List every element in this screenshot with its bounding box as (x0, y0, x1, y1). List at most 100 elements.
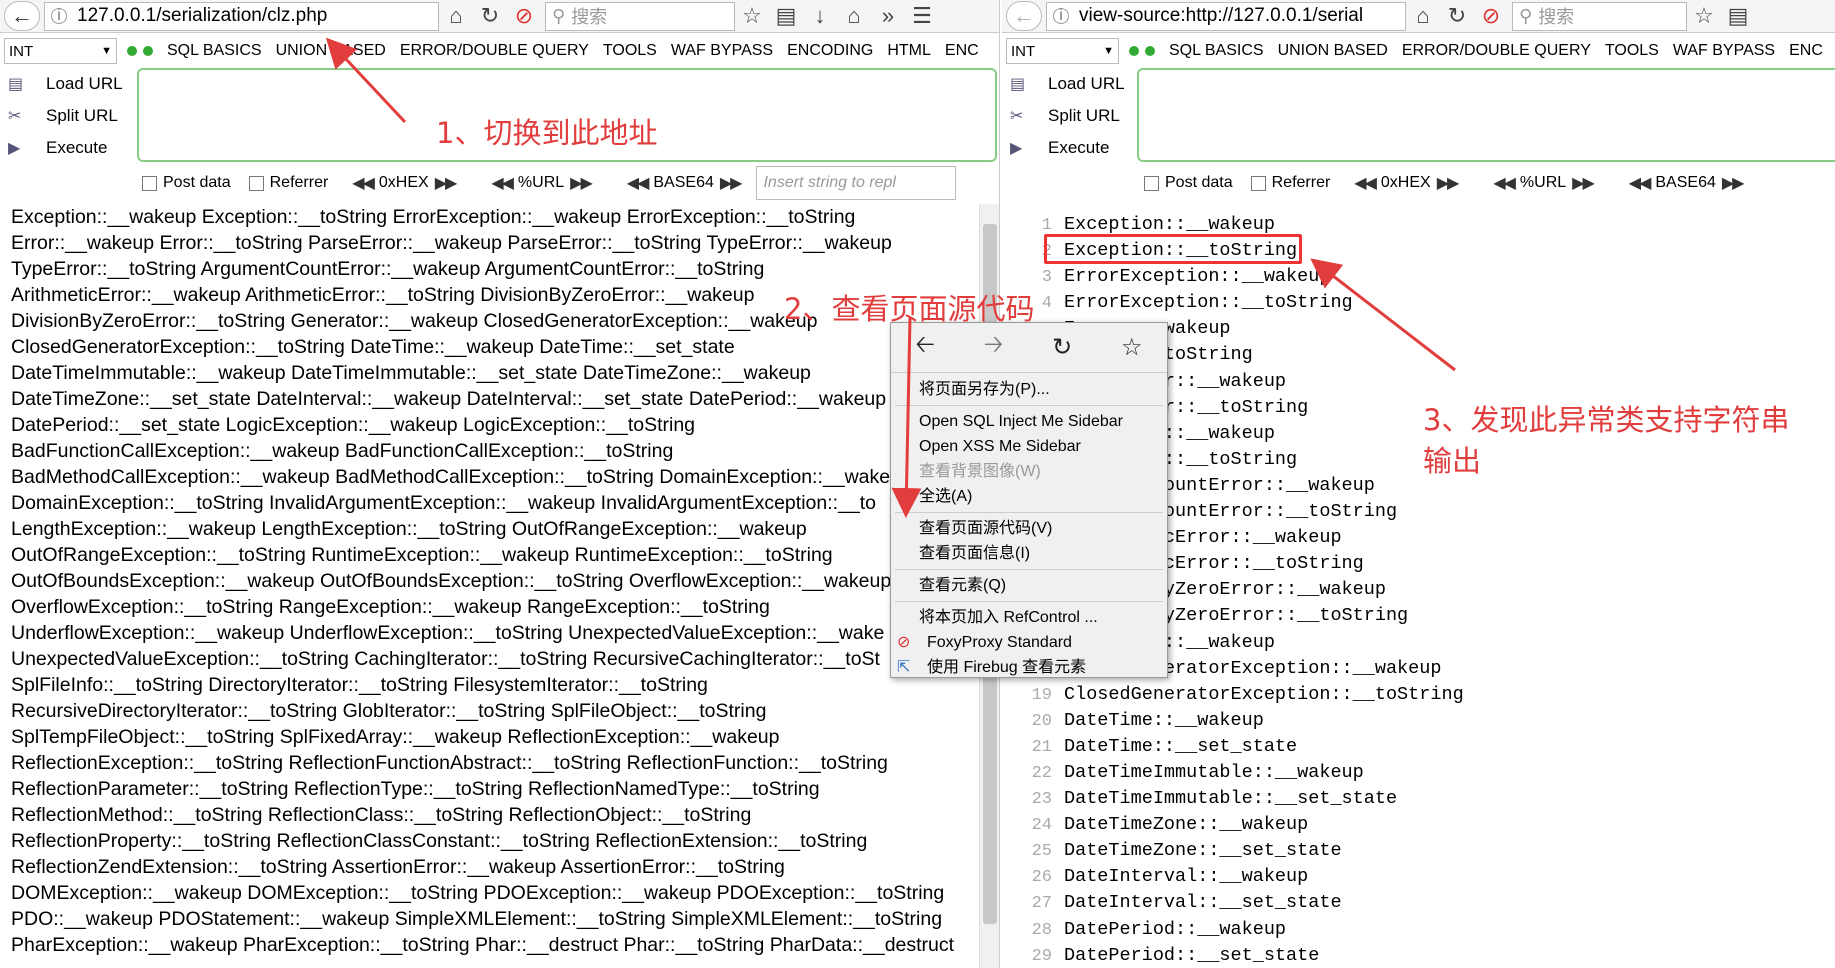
url-right-arrow-icon[interactable]: ▶▶ (570, 173, 593, 193)
menu-enc[interactable]: ENC (1789, 42, 1823, 60)
hex-right-arrow-icon[interactable]: ▶▶ (1437, 173, 1460, 193)
info-icon[interactable]: i (51, 7, 67, 24)
hex-left-arrow-icon[interactable]: ◀◀ (1354, 173, 1377, 193)
menu-waf-bypass[interactable]: WAF BYPASS (671, 42, 773, 60)
content-line: LengthException::__wakeup LengthExceptio… (11, 518, 807, 540)
menu-encoding[interactable]: ENCODING (787, 42, 873, 60)
hackbar-options: Post data Referrer ◀◀ 0xHEX ▶▶ ◀◀ %URL ▶… (1144, 170, 1835, 196)
source-line: 26 DateInterval::__wakeup (1020, 864, 1820, 890)
menu-select-all[interactable]: 全选(A) (891, 484, 1167, 509)
menu-sql-basics[interactable]: SQL BASICS (1169, 42, 1264, 60)
menu-xss-sidebar[interactable]: Open XSS Me Sidebar (891, 434, 1167, 459)
bookmark-star-icon[interactable]: ☆ (1121, 333, 1143, 362)
menu-page-info[interactable]: 查看页面信息(I) (891, 541, 1167, 566)
search-input[interactable]: ⚲ 搜索 (545, 1, 735, 31)
menu-union-based[interactable]: UNION BASED (276, 42, 386, 60)
menu-sql-inject-sidebar[interactable]: Open SQL Inject Me Sidebar (891, 409, 1167, 434)
base64-right-arrow-icon[interactable]: ▶▶ (720, 173, 743, 193)
select-value: INT (9, 42, 34, 60)
base64-left-arrow-icon[interactable]: ◀◀ (627, 173, 650, 193)
back-icon[interactable]: 🡠 (915, 327, 934, 368)
source-line: 24 DateTimeZone::__wakeup (1020, 812, 1820, 838)
post-data-label: Post data (1165, 174, 1233, 191)
content-line: SplTempFileObject::__toString SplFixedAr… (11, 726, 780, 748)
base64-right-arrow-icon[interactable]: ▶▶ (1722, 173, 1745, 193)
menu-separator (895, 601, 1163, 602)
forward-icon[interactable]: 🡢 (984, 327, 1003, 368)
execute-button[interactable]: ▶ Execute (0, 132, 130, 164)
referrer-checkbox[interactable] (248, 175, 264, 191)
blocked-icon[interactable]: ⊘ (1474, 0, 1508, 33)
url-right-arrow-icon[interactable]: ▶▶ (1572, 173, 1595, 193)
split-url-icon: ✂ (1010, 108, 1024, 125)
menu-enc[interactable]: ENC (945, 42, 979, 60)
reload-icon[interactable]: ↻ (1440, 0, 1474, 33)
source-text: DatePeriod::__set_state (1064, 944, 1320, 966)
overflow-icon[interactable]: » (871, 0, 905, 33)
address-bar[interactable]: i view-source:http://127.0.0.1/serial (1046, 1, 1406, 31)
menu-view-source[interactable]: 查看页面源代码(V) (891, 516, 1167, 541)
reload-icon[interactable]: ↻ (1052, 333, 1072, 362)
menu-tools[interactable]: TOOLS (603, 42, 657, 60)
load-url-button[interactable]: ▤ Load URL (0, 68, 130, 100)
home-icon[interactable]: ⌂ (439, 0, 473, 33)
post-data-checkbox[interactable] (142, 175, 157, 191)
search-icon: ⚲ (1519, 5, 1533, 26)
address-bar[interactable]: i 127.0.0.1/serialization/clz.php (44, 1, 439, 31)
split-url-button[interactable]: ✂ Split URL (1002, 100, 1132, 132)
source-line: 25 DateTimeZone::__set_state (1020, 838, 1820, 864)
menu-firebug[interactable]: ⇱ 使用 Firebug 查看元素 (891, 655, 1167, 680)
bookmarks-list-icon[interactable]: ▤ (769, 0, 803, 33)
insert-string-input[interactable]: Insert string to repl (756, 166, 957, 200)
split-url-button[interactable]: ✂ Split URL (0, 100, 130, 132)
menu-tools[interactable]: TOOLS (1605, 42, 1659, 60)
bookmarks-list-icon[interactable]: ▤ (1721, 0, 1755, 33)
base64-left-arrow-icon[interactable]: ◀◀ (1629, 173, 1652, 193)
line-number: 24 (1031, 816, 1052, 836)
source-text: ClosedGeneratorException::__toString (1064, 683, 1464, 705)
back-button[interactable]: ← (1006, 1, 1042, 31)
url-left-arrow-icon[interactable]: ◀◀ (1493, 173, 1516, 193)
blocked-icon[interactable]: ⊘ (507, 0, 541, 33)
injection-type-select[interactable]: INT ▼ (4, 38, 117, 64)
reload-icon[interactable]: ↻ (473, 0, 507, 33)
info-icon[interactable]: i (1053, 7, 1069, 24)
url-textarea[interactable] (1137, 68, 1835, 162)
menu-save-page[interactable]: 将页面另存为(P)... (891, 377, 1167, 402)
address-text: 127.0.0.1/serialization/clz.php (77, 5, 328, 26)
source-text: DateTimeImmutable::__wakeup (1064, 761, 1364, 783)
menu-refcontrol[interactable]: 将本页加入 RefControl ... (891, 605, 1167, 630)
menu-union-based[interactable]: UNION BASED (1278, 42, 1388, 60)
referrer-checkbox[interactable] (1250, 175, 1266, 191)
bookmark-star-icon[interactable]: ☆ (735, 0, 769, 33)
hamburger-menu-icon[interactable]: ☰ (905, 0, 939, 33)
search-input[interactable]: ⚲ 搜索 (1512, 1, 1687, 31)
menu-error-double-query[interactable]: ERROR/DOUBLE QUERY (1402, 42, 1591, 60)
hex-right-arrow-icon[interactable]: ▶▶ (435, 173, 458, 193)
bookmark-star-icon[interactable]: ☆ (1687, 0, 1721, 33)
menu-html[interactable]: HTML (887, 42, 931, 60)
annotation-step3-line2: 输出 (1423, 444, 1482, 478)
menu-sql-basics[interactable]: SQL BASICS (167, 42, 262, 60)
home-icon[interactable]: ⌂ (1406, 0, 1440, 33)
menu-error-double-query[interactable]: ERROR/DOUBLE QUERY (400, 42, 589, 60)
source-line: 19 ClosedGeneratorException::__toString (1020, 682, 1820, 708)
home-nav-icon[interactable]: ⌂ (837, 0, 871, 33)
source-text: DateTime::__set_state (1064, 735, 1298, 757)
line-number: 29 (1031, 946, 1052, 966)
load-url-button[interactable]: ▤ Load URL (1002, 68, 1132, 100)
injection-type-select[interactable]: INT ▼ (1006, 38, 1119, 64)
load-url-label: Load URL (46, 74, 123, 93)
content-line: TypeError::__toString ArgumentCountError… (11, 258, 765, 280)
execute-button[interactable]: ▶ Execute (1002, 132, 1132, 164)
url-left-arrow-icon[interactable]: ◀◀ (491, 173, 514, 193)
menu-inspect-element[interactable]: 查看元素(Q) (891, 573, 1167, 598)
annotation-step2: 2、查看页面源代码 (784, 292, 1035, 326)
menu-waf-bypass[interactable]: WAF BYPASS (1673, 42, 1775, 60)
hex-left-arrow-icon[interactable]: ◀◀ (352, 173, 375, 193)
menu-foxyproxy[interactable]: ⊘ FoxyProxy Standard (891, 630, 1167, 655)
urlenc-label: %URL (517, 174, 565, 191)
post-data-checkbox[interactable] (1144, 175, 1159, 191)
back-button[interactable]: ← (4, 1, 40, 31)
download-icon[interactable]: ↓ (803, 0, 837, 33)
